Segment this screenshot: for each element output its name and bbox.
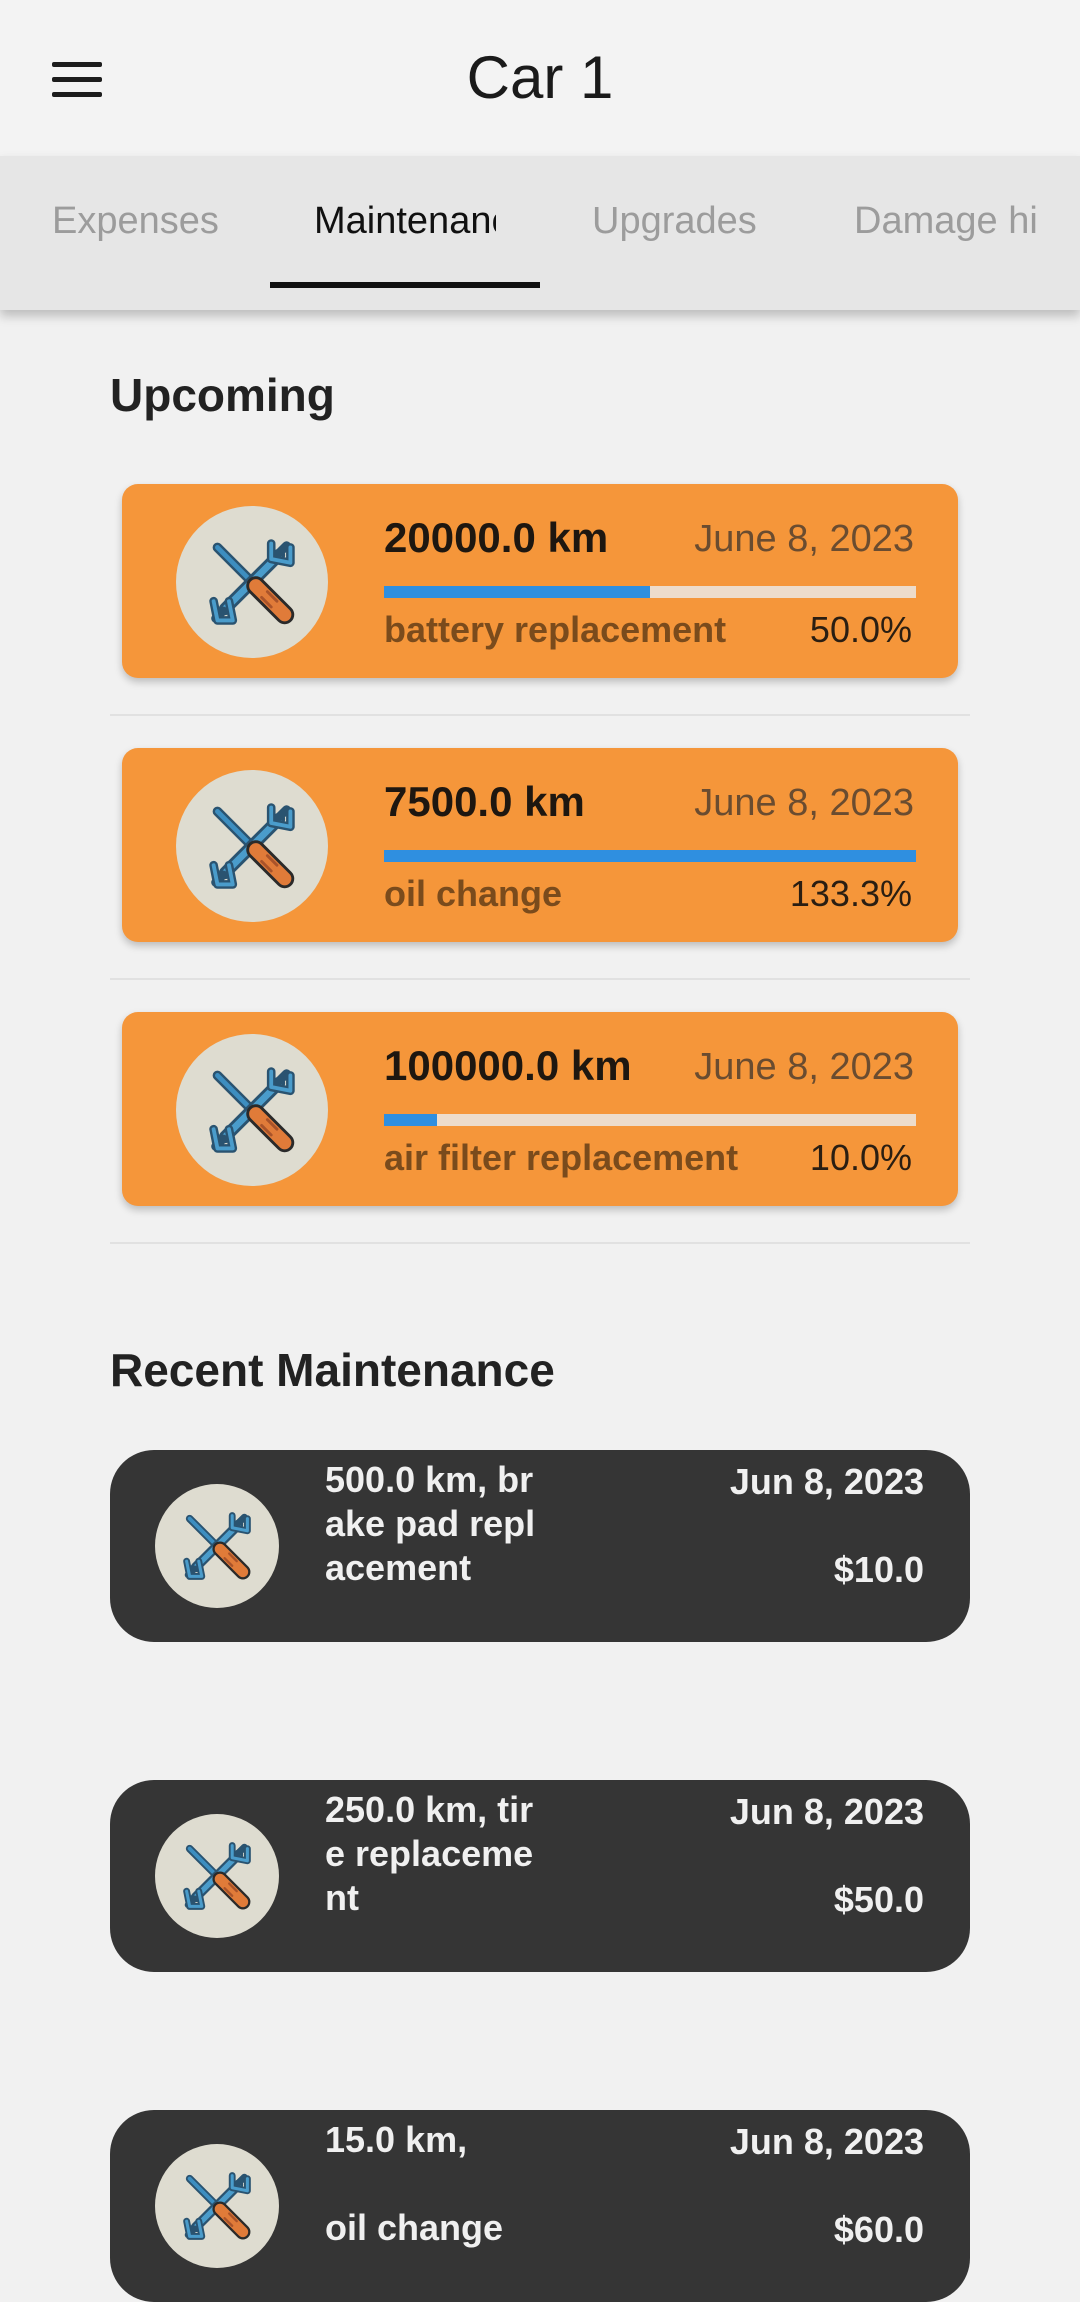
tab-maintenance[interactable]: Maintenance: [314, 156, 496, 286]
upcoming-percent: 10.0%: [809, 1137, 912, 1178]
divider: [110, 714, 970, 716]
tab-upgrades[interactable]: Upgrades: [592, 156, 782, 286]
upcoming-date: June 8, 2023: [694, 782, 914, 824]
divider: [110, 978, 970, 980]
upcoming-name: air filter replacement: [384, 1137, 739, 1178]
recent-maintenance-card[interactable]: 250.0 km, tire replacement Jun 8, 2023 $…: [110, 1780, 970, 1972]
tab-expenses[interactable]: Expenses: [52, 156, 242, 286]
progress-bar: [384, 850, 916, 862]
maintenance-icon: [155, 1814, 279, 1938]
upcoming-date: June 8, 2023: [694, 1046, 914, 1088]
upcoming-percent: 50.0%: [809, 609, 912, 650]
recent-description: 15.0 km, oil change: [325, 2119, 504, 2248]
recent-cost: $50.0: [833, 1879, 924, 1920]
recent-date: Jun 8, 2023: [729, 1461, 924, 1502]
active-tab-indicator: [270, 282, 540, 288]
recent-description: 250.0 km, tire replacement: [325, 1789, 534, 1918]
app-bar: Car 1: [0, 0, 1080, 156]
upcoming-card[interactable]: 7500.0 km June 8, 2023 oil change 133.3%: [122, 748, 958, 942]
upcoming-date: June 8, 2023: [694, 518, 914, 560]
maintenance-icon: [155, 2144, 279, 2268]
maintenance-icon: [176, 506, 328, 658]
tab-bar: Expenses Maintenance Upgrades Damage his…: [0, 156, 1080, 310]
upcoming-name: oil change: [384, 873, 563, 914]
upcoming-km: 7500.0 km: [384, 778, 585, 825]
recent-description: 500.0 km, brake pad replacement: [325, 1459, 536, 1588]
maintenance-icon: [155, 1484, 279, 1608]
upcoming-km: 20000.0 km: [384, 514, 609, 561]
maintenance-icon: [176, 1034, 328, 1186]
page-title: Car 1: [466, 44, 614, 111]
upcoming-name: battery replacement: [384, 609, 727, 650]
recent-date: Jun 8, 2023: [729, 1791, 924, 1832]
maintenance-icon: [176, 770, 328, 922]
tab-damage-history[interactable]: Damage history: [854, 156, 1036, 286]
upcoming-card[interactable]: 100000.0 km June 8, 2023 air filter repl…: [122, 1012, 958, 1206]
upcoming-card[interactable]: 20000.0 km June 8, 2023 battery replacem…: [122, 484, 958, 678]
upcoming-section-title: Upcoming: [110, 369, 335, 421]
progress-bar: [384, 1114, 916, 1126]
recent-section-title: Recent Maintenance: [110, 1344, 555, 1396]
upcoming-percent: 133.3%: [789, 873, 912, 914]
upcoming-km: 100000.0 km: [384, 1042, 632, 1089]
progress-bar: [384, 586, 916, 598]
recent-cost: $60.0: [833, 2209, 924, 2250]
recent-date: Jun 8, 2023: [729, 2121, 924, 2162]
recent-maintenance-card[interactable]: 500.0 km, brake pad replacement Jun 8, 2…: [110, 1450, 970, 1642]
recent-maintenance-card[interactable]: 15.0 km, oil change Jun 8, 2023 $60.0: [110, 2110, 970, 2302]
recent-cost: $10.0: [833, 1549, 924, 1590]
divider: [110, 1242, 970, 1244]
